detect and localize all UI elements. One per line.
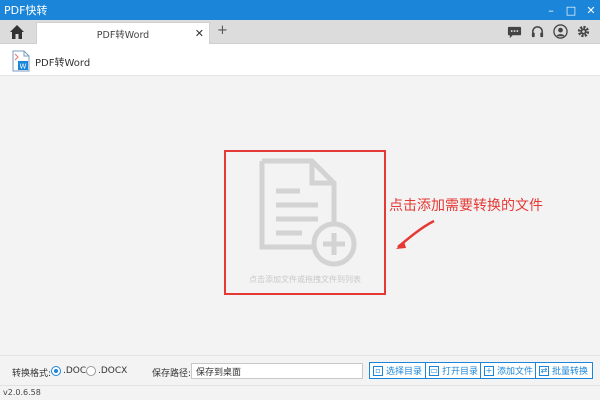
- close-button[interactable]: ✕: [584, 2, 598, 18]
- add-tab-button[interactable]: +: [217, 23, 228, 38]
- drop-zone[interactable]: 点击添加文件或拖拽文件到列表: [224, 150, 386, 295]
- batch-convert-label: 批量转换: [552, 367, 589, 377]
- save-path-input[interactable]: [191, 363, 363, 379]
- format-radio-docx[interactable]: .DOCX: [86, 366, 127, 376]
- convert-icon: ⇄: [539, 365, 549, 376]
- minimize-button[interactable]: –: [544, 2, 558, 18]
- page-header: W PDF转Word: [0, 44, 600, 76]
- tab-bar: PDF转Word ✕ +: [0, 20, 600, 44]
- status-bar: v2.0.6.58: [0, 385, 600, 400]
- add-document-icon: [256, 157, 366, 267]
- home-icon[interactable]: [8, 23, 26, 41]
- file-list-area[interactable]: 点击添加文件或拖拽文件到列表 点击添加需要转换的文件: [0, 77, 600, 355]
- word-file-icon: W: [12, 50, 30, 72]
- annotation-text: 点击添加需要转换的文件: [389, 198, 543, 214]
- headset-icon[interactable]: [529, 23, 546, 40]
- window-controls: – □ ✕: [544, 2, 598, 18]
- user-icon[interactable]: [552, 23, 569, 40]
- save-path-label: 保存路径:: [152, 369, 192, 379]
- plus-icon: +: [484, 365, 494, 376]
- maximize-button[interactable]: □: [564, 2, 578, 18]
- svg-text:W: W: [20, 63, 27, 71]
- batch-convert-button[interactable]: ⇄ 批量转换: [535, 362, 594, 379]
- page-title: PDF转Word: [35, 58, 91, 69]
- add-file-button[interactable]: + 添加文件: [480, 362, 539, 379]
- radio-dot[interactable]: [86, 366, 96, 376]
- format-label: 转换格式:: [12, 369, 52, 379]
- title-bar: PDF快转 – □ ✕: [0, 0, 600, 20]
- annotation-arrow: [392, 217, 442, 257]
- format-radio-doc[interactable]: .DOC: [51, 366, 86, 376]
- toolbar-icons: [506, 23, 592, 40]
- open-directory-button[interactable]: ▭ 打开目录: [425, 362, 484, 379]
- radio-dot[interactable]: [51, 366, 61, 376]
- tab-pdf-to-word[interactable]: PDF转Word ✕: [36, 22, 210, 44]
- format-option-docx: .DOCX: [98, 366, 128, 376]
- choose-directory-button[interactable]: ▫ 选择目录: [369, 362, 428, 379]
- add-file-label: 添加文件: [497, 367, 534, 377]
- save-icon: ▫: [373, 365, 383, 376]
- choose-directory-label: 选择目录: [386, 367, 423, 377]
- drop-hint-text: 点击添加文件或拖拽文件到列表: [249, 275, 361, 284]
- app-title: PDF快转: [4, 4, 48, 17]
- bottom-toolbar: 转换格式: .DOC .DOCX 保存路径: ▫ 选择目录 ▭ 打开目录 + 添…: [0, 355, 600, 385]
- open-directory-label: 打开目录: [442, 367, 479, 377]
- version-text: v2.0.6.58: [3, 388, 41, 397]
- folder-icon: ▭: [429, 365, 439, 376]
- chat-icon[interactable]: [506, 23, 523, 40]
- tab-close-icon[interactable]: ✕: [195, 27, 204, 40]
- tab-label: PDF转Word: [96, 29, 150, 41]
- gear-icon[interactable]: [575, 23, 592, 40]
- format-option-doc: .DOC: [63, 366, 87, 376]
